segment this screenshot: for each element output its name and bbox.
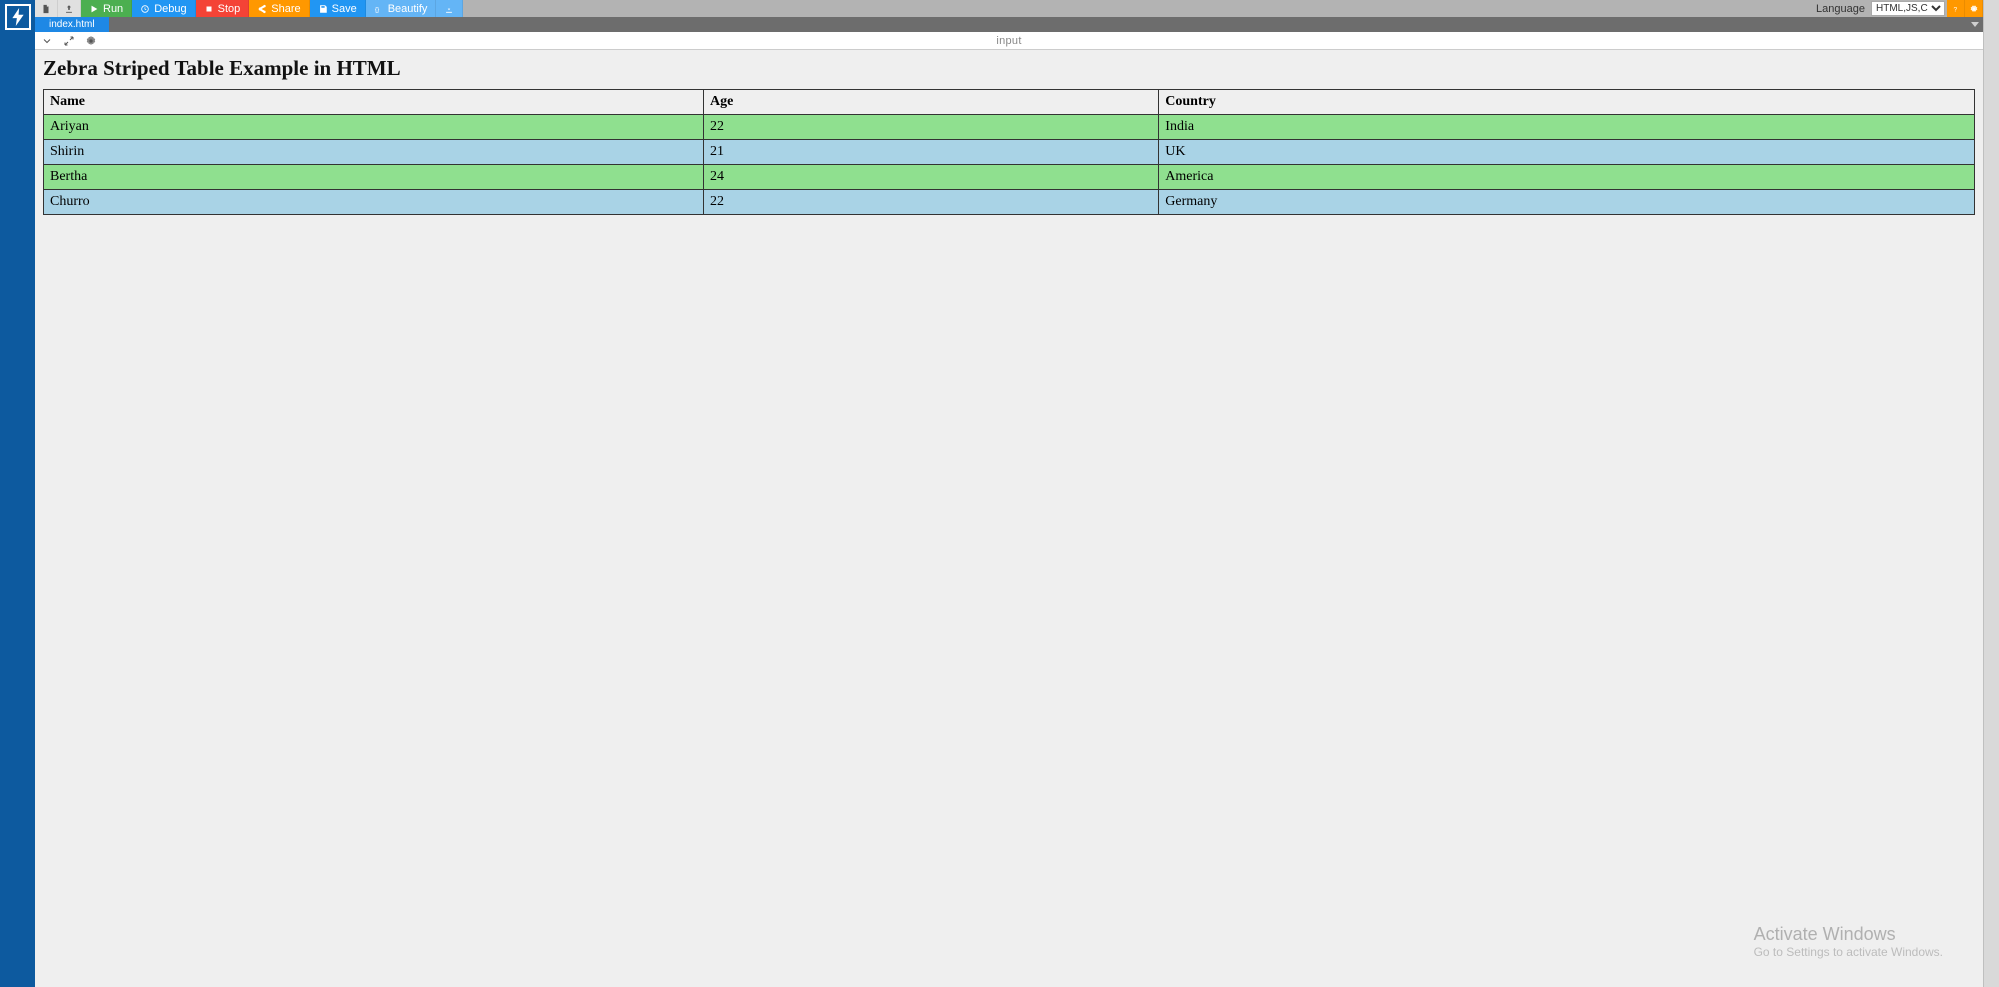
language-label: Language (1810, 0, 1871, 17)
cell-age: 24 (704, 165, 1159, 190)
scrollbar-stub[interactable] (1983, 0, 1999, 987)
cell-country: America (1159, 165, 1975, 190)
table-row: Churro 22 Germany (44, 190, 1975, 215)
col-country: Country (1159, 90, 1975, 115)
settings-button[interactable] (1965, 0, 1983, 17)
panel-title: input (996, 35, 1021, 47)
language-select[interactable]: HTML,JS,C (1871, 1, 1945, 16)
svg-text:?: ? (1953, 6, 1957, 13)
windows-watermark: Activate Windows Go to Settings to activ… (1754, 924, 1943, 959)
upload-icon (64, 4, 74, 14)
save-button[interactable]: Save (310, 0, 366, 17)
share-label: Share (271, 3, 300, 15)
cell-country: India (1159, 115, 1975, 140)
page-heading: Zebra Striped Table Example in HTML (43, 56, 1975, 81)
file-icon (41, 4, 51, 14)
debug-label: Debug (154, 3, 186, 15)
save-label: Save (332, 3, 357, 15)
share-button[interactable]: Share (249, 0, 309, 17)
expand-icon[interactable] (63, 35, 75, 47)
cell-age: 21 (704, 140, 1159, 165)
beautify-label: Beautify (388, 3, 428, 15)
gear-icon (1969, 4, 1979, 14)
help-button[interactable]: ? (1947, 0, 1965, 17)
table-row: Ariyan 22 India (44, 115, 1975, 140)
col-age: Age (704, 90, 1159, 115)
tabstrip-right (1971, 17, 1983, 32)
cell-name: Ariyan (44, 115, 704, 140)
braces-icon: {} (374, 4, 384, 14)
app-logo[interactable] (5, 4, 31, 30)
save-icon (318, 4, 328, 14)
watermark-line1: Activate Windows (1754, 924, 1943, 945)
download-icon (444, 4, 454, 14)
table-row: Shirin 21 UK (44, 140, 1975, 165)
toolbar-spacer (463, 0, 1810, 17)
table-header-row: Name Age Country (44, 90, 1975, 115)
cell-age: 22 (704, 190, 1159, 215)
toolbar: Run Debug Stop Share Save (35, 0, 1983, 17)
left-sidebar (0, 0, 35, 987)
panel-settings-icon[interactable] (85, 35, 97, 47)
new-file-button[interactable] (35, 0, 58, 17)
debug-button[interactable]: Debug (132, 0, 195, 17)
col-name: Name (44, 90, 704, 115)
collapse-icon[interactable] (41, 35, 53, 47)
svg-text:{}: {} (375, 6, 380, 13)
cell-country: Germany (1159, 190, 1975, 215)
upload-button[interactable] (58, 0, 81, 17)
output-pane: Zebra Striped Table Example in HTML Name… (35, 50, 1983, 987)
cell-name: Churro (44, 190, 704, 215)
cell-age: 22 (704, 115, 1159, 140)
cell-name: Shirin (44, 140, 704, 165)
clock-icon (140, 4, 150, 14)
tab-strip: index.html (35, 17, 1983, 32)
cell-name: Bertha (44, 165, 704, 190)
watermark-line2: Go to Settings to activate Windows. (1754, 945, 1943, 959)
stop-icon (204, 4, 214, 14)
zebra-table: Name Age Country Ariyan 22 India Shirin … (43, 89, 1975, 215)
stop-label: Stop (218, 3, 241, 15)
run-button[interactable]: Run (81, 0, 132, 17)
share-icon (257, 4, 267, 14)
tabs-dropdown-icon[interactable] (1971, 22, 1979, 27)
tab-label: index.html (49, 19, 95, 30)
download-button[interactable] (436, 0, 463, 17)
table-row: Bertha 24 America (44, 165, 1975, 190)
run-label: Run (103, 3, 123, 15)
main-area: Run Debug Stop Share Save (35, 0, 1983, 987)
beautify-button[interactable]: {} Beautify (366, 0, 437, 17)
stop-button[interactable]: Stop (196, 0, 250, 17)
cell-country: UK (1159, 140, 1975, 165)
question-icon: ? (1951, 4, 1961, 14)
play-icon (89, 4, 99, 14)
tab-index-html[interactable]: index.html (35, 17, 109, 32)
bolt-icon (11, 8, 25, 26)
panel-bar: input (35, 32, 1983, 50)
